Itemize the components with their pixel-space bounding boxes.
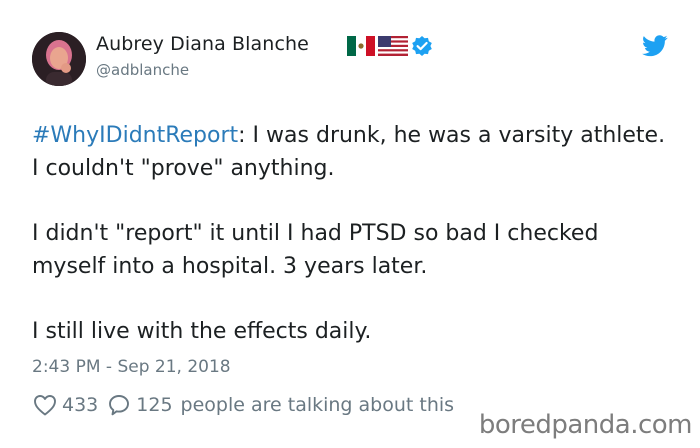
timestamp[interactable]: 2:43 PM - Sep 21, 2018: [32, 357, 231, 377]
tweet-text: #WhyIDidntReport: I was drunk, he was a …: [32, 119, 672, 380]
avatar[interactable]: [32, 32, 86, 86]
tweet-card: Aubrey Diana Blanche @adblanche #WhyIDid…: [0, 0, 700, 448]
verified-badge-icon: [412, 36, 432, 56]
avatar-image: [32, 32, 86, 86]
twitter-bird-icon[interactable]: [642, 35, 668, 57]
mexico-flag-icon: [347, 36, 375, 56]
like-count[interactable]: 433: [62, 394, 98, 416]
engagement-bar: 433 125 people are talking about this: [32, 393, 454, 417]
display-name[interactable]: Aubrey Diana Blanche: [96, 33, 309, 55]
reply-bubble-icon[interactable]: [106, 393, 132, 417]
handle[interactable]: @adblanche: [96, 61, 189, 79]
watermark-logo: boredpanda.com: [478, 410, 693, 440]
tweet-paragraph-2: I didn't "report" it until I had PTSD so…: [32, 221, 599, 279]
hashtag-link[interactable]: #WhyIDidntReport: [32, 123, 238, 148]
talking-about-text[interactable]: people are talking about this: [181, 394, 455, 416]
reply-count[interactable]: 125: [136, 394, 172, 416]
tweet-paragraph-3: I still live with the effects daily.: [32, 319, 372, 344]
tweet-paragraph-1: #WhyIDidntReport: I was drunk, he was a …: [32, 119, 672, 185]
usa-flag-icon: [378, 36, 408, 56]
heart-icon[interactable]: [32, 393, 58, 417]
name-badges: [347, 35, 433, 57]
